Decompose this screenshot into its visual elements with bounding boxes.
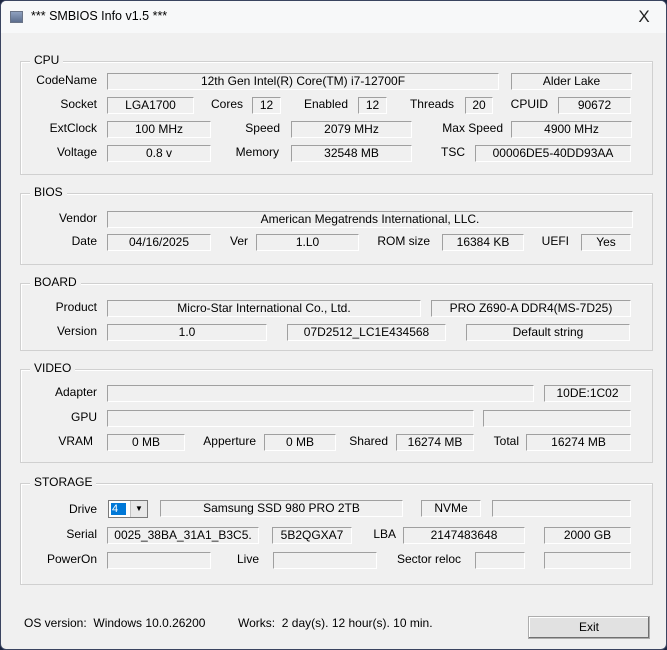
lba-label: LBA [373,527,396,541]
vram-label: VRAM [58,434,93,448]
board-group-label: BOARD [30,275,81,289]
close-button[interactable]: X [629,5,659,29]
drive-label: Drive [68,502,97,516]
enabled-label: Enabled [303,97,348,111]
uefi-field: Yes [581,234,631,251]
video-adapter-id-field: 10DE:1C02 [544,385,631,402]
maxspeed-field: 4900 MHz [511,121,632,138]
drive-extra-field [492,500,631,517]
codename-label: CodeName [36,73,97,87]
serial-label: Serial [66,527,97,541]
os-version-label: OS version: [24,616,87,630]
poweron-label: PowerOn [46,552,97,566]
tsc-field: 00006DE5-40DD93AA [475,145,631,162]
uptime: Works: 2 day(s). 12 hour(s). 10 min. [238,616,433,630]
apperture-field: 0 MB [264,434,336,451]
board-manufacturer-field: Micro-Star International Co., Ltd. [107,300,421,317]
cpu-name-field: 12th Gen Intel(R) Core(TM) i7-12700F [107,73,499,90]
storage-extra-field [544,552,631,569]
board-serial-field: 07D2512_LC1E434568 [287,324,446,341]
bios-group: BIOS [20,185,653,265]
maxspeed-label: Max Speed [442,121,503,135]
sector-reloc-field [475,552,525,569]
video-adapter-field [107,385,534,402]
uptime-value: 2 day(s). 12 hour(s). 10 min. [281,616,433,630]
product-label: Product [55,300,97,314]
board-extra-field: Default string [466,324,630,341]
os-version-value: Windows 10.0.26200 [93,616,206,630]
date-label: Date [71,234,97,248]
drive-model-field: Samsung SSD 980 PRO 2TB [160,500,403,517]
cpuid-field: 90672 [558,97,631,114]
live-field [273,552,377,569]
drive-size-field: 2000 GB [544,527,631,544]
exit-button[interactable]: Exit [528,616,650,639]
bios-version-field: 1.L0 [256,234,359,251]
socket-field: LGA1700 [107,97,194,114]
drive-select-value: 4 [111,503,126,515]
gpu-label: GPU [70,410,97,424]
tsc-label: TSC [441,145,465,159]
shared-label: Shared [349,434,388,448]
speed-label: Speed [245,121,280,135]
drive-serial-field: 0025_38BA_31A1_B3C5. [107,527,259,544]
uefi-label: UEFI [541,234,569,248]
uptime-label: Works: [238,616,276,630]
rom-size-field: 16384 KB [442,234,524,251]
drive-select[interactable]: 4 ▼ [108,500,148,518]
storage-group-label: STORAGE [30,475,97,489]
vendor-label: Vendor [58,211,97,225]
os-version: OS version: Windows 10.0.26200 [24,616,205,630]
enabled-field: 12 [358,97,387,114]
window-title: *** SMBIOS Info v1.5 *** [31,9,168,23]
gpu-extra-field [483,410,631,427]
drive-firmware-field: 5B2QGXA7 [272,527,352,544]
vram-field: 0 MB [107,434,185,451]
extclock-field: 100 MHz [107,121,211,138]
ver-label: Ver [229,234,248,248]
lba-field: 2147483648 [403,527,525,544]
title-bar: *** SMBIOS Info v1.5 *** X [1,1,666,33]
total-field: 16274 MB [526,434,631,451]
poweron-field [107,552,211,569]
apperture-label: Apperture [203,434,256,448]
sector-reloc-label: Sector reloc [396,552,461,566]
romsize-label: ROM size [377,234,430,248]
board-product-field: PRO Z690-A DDR4(MS-7D25) [431,300,631,317]
app-icon [10,11,23,23]
voltage-field: 0.8 v [107,145,211,162]
total-label: Total [493,434,519,448]
cpuid-label: CPUID [510,97,548,111]
socket-label: Socket [60,97,97,111]
board-version-field: 1.0 [107,324,267,341]
threads-label: Threads [409,97,454,111]
extclock-label: ExtClock [49,121,97,135]
adapter-label: Adapter [54,385,97,399]
main-window: *** SMBIOS Info v1.5 *** X CPU BIOS BOAR… [0,0,667,650]
memory-label: Memory [235,145,279,159]
cpu-group-label: CPU [30,53,64,67]
cores-field: 12 [252,97,281,114]
bios-date-field: 04/16/2025 [107,234,211,251]
cores-label: Cores [210,97,243,111]
voltage-label: Voltage [56,145,97,159]
bios-group-label: BIOS [30,185,67,199]
shared-field: 16274 MB [396,434,474,451]
bios-vendor-field: American Megatrends International, LLC. [107,211,633,228]
threads-field: 20 [465,97,493,114]
gpu-field [107,410,474,427]
drive-interface-field: NVMe [421,500,481,517]
memory-field: 32548 MB [291,145,412,162]
version-label: Version [56,324,97,338]
live-label: Live [236,552,259,566]
codename-field: Alder Lake [511,73,632,90]
chevron-down-icon[interactable]: ▼ [130,501,147,517]
video-group-label: VIDEO [30,361,76,375]
speed-field: 2079 MHz [291,121,412,138]
